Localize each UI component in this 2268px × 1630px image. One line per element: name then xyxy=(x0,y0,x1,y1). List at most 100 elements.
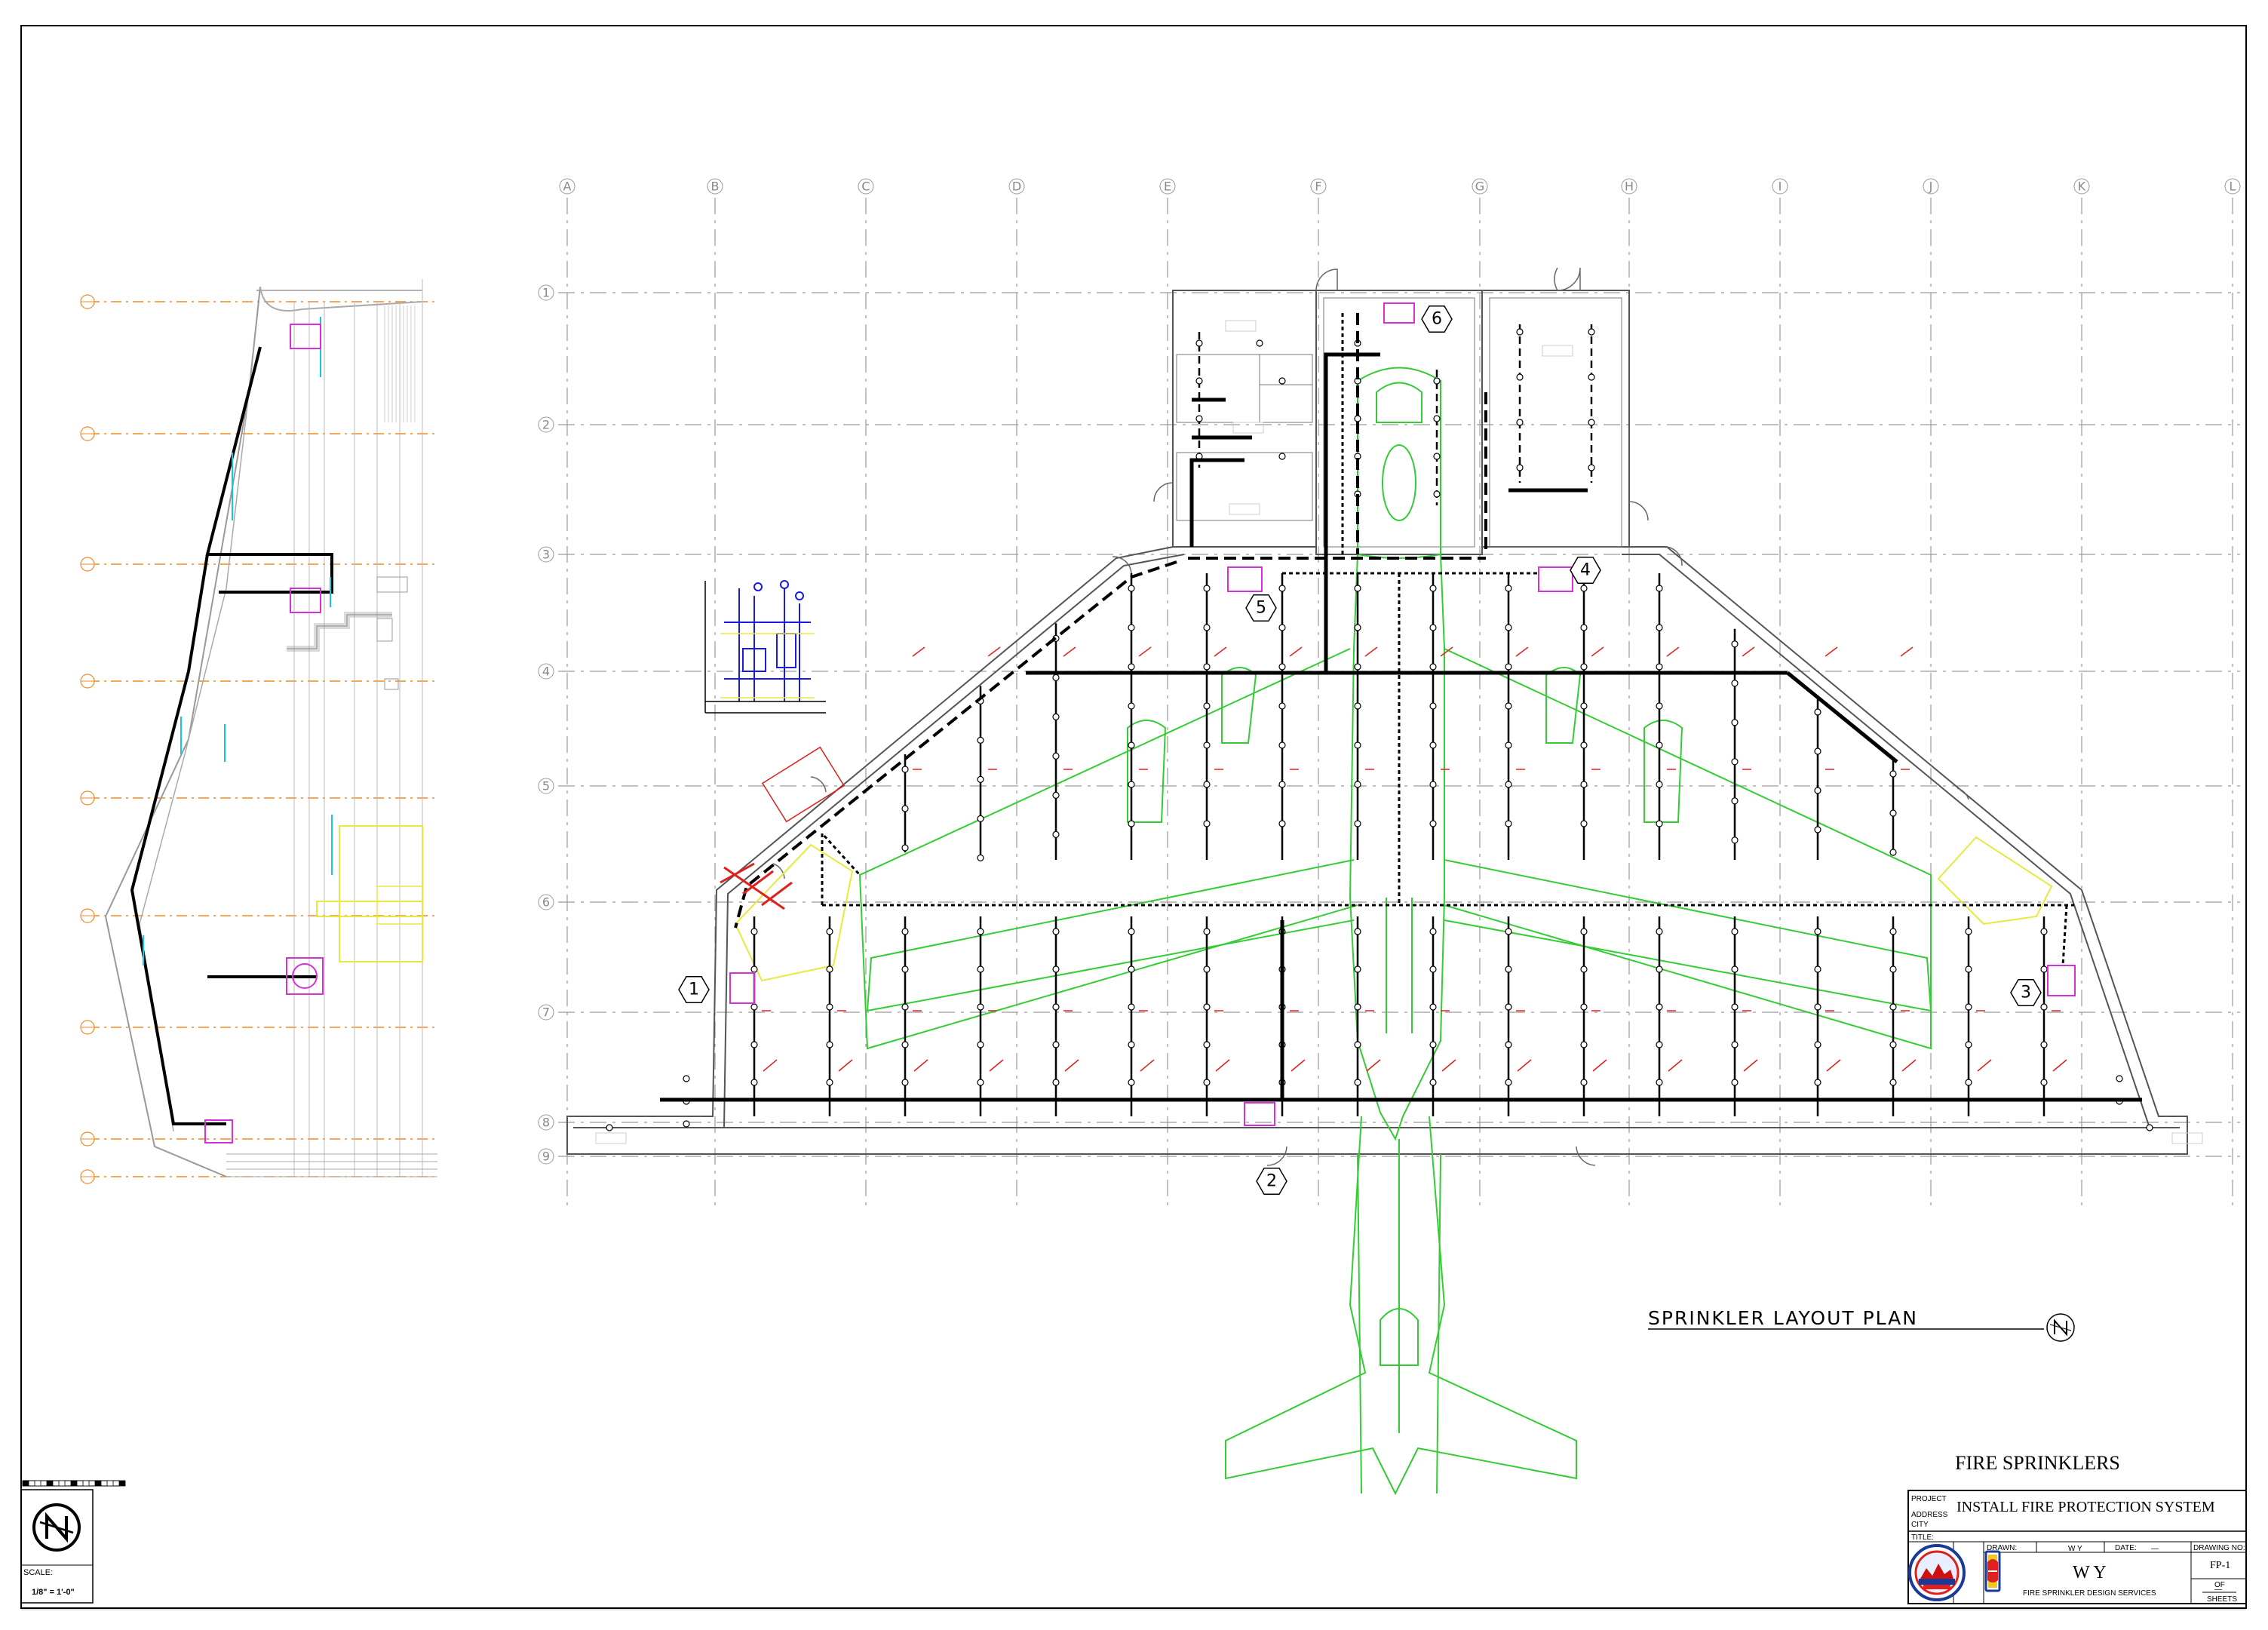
sprinkler-head-icon xyxy=(1203,741,1211,749)
sprinkler-head-icon xyxy=(1965,1079,1972,1086)
sprinkler-head-icon xyxy=(1814,826,1821,833)
sprinkler-head-icon xyxy=(1052,752,1060,760)
sprinkler-head-icon xyxy=(2040,965,2048,973)
sprinkler-head-icon xyxy=(1656,965,1663,973)
cross-mains xyxy=(660,352,2142,1102)
grid-column-label: H xyxy=(1625,180,1634,194)
sprinkler-head-icon xyxy=(1429,1041,1437,1048)
sprinkler-head-icon xyxy=(1889,928,1897,935)
sprinkler-head-icon xyxy=(1429,928,1437,935)
zone-marker-label: 5 xyxy=(1256,599,1266,618)
zone-marker: 4 xyxy=(1570,556,1601,585)
sprinkler-head-icon xyxy=(1889,1079,1897,1086)
drawing-no-label: DRAWING NO: xyxy=(2193,1544,2245,1552)
grid-row-label: 4 xyxy=(542,665,550,679)
sprinkler-head-icon xyxy=(901,766,909,773)
sprinkler-head-icon xyxy=(1354,415,1361,422)
sprinkler-head-icon xyxy=(1429,1079,1437,1086)
sprinkler-head-icon xyxy=(1195,377,1203,385)
sprinkler-head-icon xyxy=(1580,663,1588,671)
sprinkler-head-icon xyxy=(977,815,984,823)
sprinkler-head-icon xyxy=(1505,1041,1512,1048)
grid-column-label: E xyxy=(1164,180,1171,194)
sprinkler-head-icon xyxy=(1429,663,1437,671)
sprinkler-head-icon xyxy=(2116,1075,2123,1082)
zone-marker: 2 xyxy=(1256,1167,1287,1196)
design-area-zones xyxy=(734,836,2053,982)
sprinkler-head-icon xyxy=(1203,1003,1211,1011)
project-name: INSTALL FIRE PROTECTION SYSTEM xyxy=(1956,1499,2215,1515)
sprinkler-head-icon xyxy=(2040,1079,2048,1086)
sprinkler-head-icon xyxy=(826,1041,833,1048)
grid-bubble-row: 3 xyxy=(538,546,554,563)
company-logo-icon xyxy=(1908,1544,1966,1601)
sprinkler-head-icon xyxy=(1580,965,1588,973)
sprinkler-head-icon xyxy=(750,1041,758,1048)
sprinkler-head-icon xyxy=(1052,965,1060,973)
grid-bubble-row: 8 xyxy=(538,1114,554,1131)
sprinkler-head-icon xyxy=(1580,741,1588,749)
elevation-level-marker xyxy=(80,557,95,572)
grid-bubble-col: F xyxy=(1310,178,1327,195)
sprinkler-head-icon xyxy=(1128,1079,1135,1086)
sprinkler-head-icon xyxy=(1354,1079,1361,1086)
sprinkler-head-icon xyxy=(901,1079,909,1086)
drawing-sheet: A B C D E F G H I J K L123456789 123456 … xyxy=(20,25,2247,1610)
sprinkler-head-icon xyxy=(606,1124,613,1131)
grid-bubble-col: A xyxy=(559,178,575,195)
sprinkler-head-icon xyxy=(1429,624,1437,631)
riser-icon xyxy=(729,302,2076,1126)
sprinkler-head-icon xyxy=(2040,1003,2048,1011)
sprinkler-head-icon xyxy=(1656,741,1663,749)
sprinkler-head-icon xyxy=(1965,965,1972,973)
sprinkler-head-icon xyxy=(1052,1041,1060,1048)
sprinkler-head-icon xyxy=(1128,781,1135,788)
sprinkler-head-icon xyxy=(1731,719,1739,726)
sprinkler-head-icon xyxy=(901,928,909,935)
sprinkler-head-icon xyxy=(901,805,909,812)
sprinkler-head-icon xyxy=(2040,928,2048,935)
sprinkler-head-icon xyxy=(1128,965,1135,973)
grid-bubble-row: 5 xyxy=(538,778,554,794)
sprinkler-head-icon xyxy=(1354,1003,1361,1011)
sprinkler-head-icon xyxy=(1128,928,1135,935)
company-name: W Y xyxy=(2073,1563,2107,1582)
sprinkler-head-icon xyxy=(977,1079,984,1086)
sprinkler-head-icon xyxy=(826,1003,833,1011)
grid-bubble-col: H xyxy=(1621,178,1637,195)
grid-bubble-col: C xyxy=(858,178,874,195)
sprinkler-head-icon xyxy=(1656,1041,1663,1048)
grid-column-label: G xyxy=(1475,180,1484,194)
sprinkler-head-icon xyxy=(750,965,758,973)
sprinkler-head-icon xyxy=(1505,965,1512,973)
sprinkler-head-icon xyxy=(1656,702,1663,710)
sprinkler-head-icon xyxy=(1505,781,1512,788)
grid-bubble-col: B xyxy=(707,178,723,195)
sprinkler-head-icon xyxy=(1203,1079,1211,1086)
grid-bubble-col: E xyxy=(1159,178,1176,195)
dotted-mains xyxy=(821,313,2074,966)
sprinkler-head-icon xyxy=(1731,758,1739,766)
sprinkler-head-icon xyxy=(1505,1079,1512,1086)
scale-label: SCALE: xyxy=(23,1568,53,1577)
sprinkler-head-icon xyxy=(1203,702,1211,710)
sprinkler-head-icon xyxy=(977,965,984,973)
sprinkler-head-icon xyxy=(901,1003,909,1011)
sprinkler-head-icon xyxy=(1052,830,1060,839)
sprinkler-head-icon xyxy=(1128,702,1135,710)
sprinkler-head-icon xyxy=(1278,377,1286,385)
dashed-mains xyxy=(734,313,1487,929)
sprinkler-head-icon xyxy=(1656,1003,1663,1011)
sprinkler-head-icon xyxy=(1505,585,1512,592)
sprinkler-head-icon xyxy=(1656,928,1663,935)
sprinkler-head-icon xyxy=(1203,928,1211,935)
elevation-level-marker xyxy=(80,674,95,689)
sprinkler-head-icon xyxy=(1429,702,1437,710)
sprinkler-head-icon xyxy=(1731,1041,1739,1048)
grid-row-label: 5 xyxy=(542,779,550,794)
sprinkler-head-icon xyxy=(1203,585,1211,592)
sprinkler-head-icon xyxy=(1580,1041,1588,1048)
north-arrow-icon xyxy=(32,1503,81,1552)
drawing-no: FP-1 xyxy=(2210,1560,2230,1571)
grid-row-label: 6 xyxy=(542,895,550,910)
